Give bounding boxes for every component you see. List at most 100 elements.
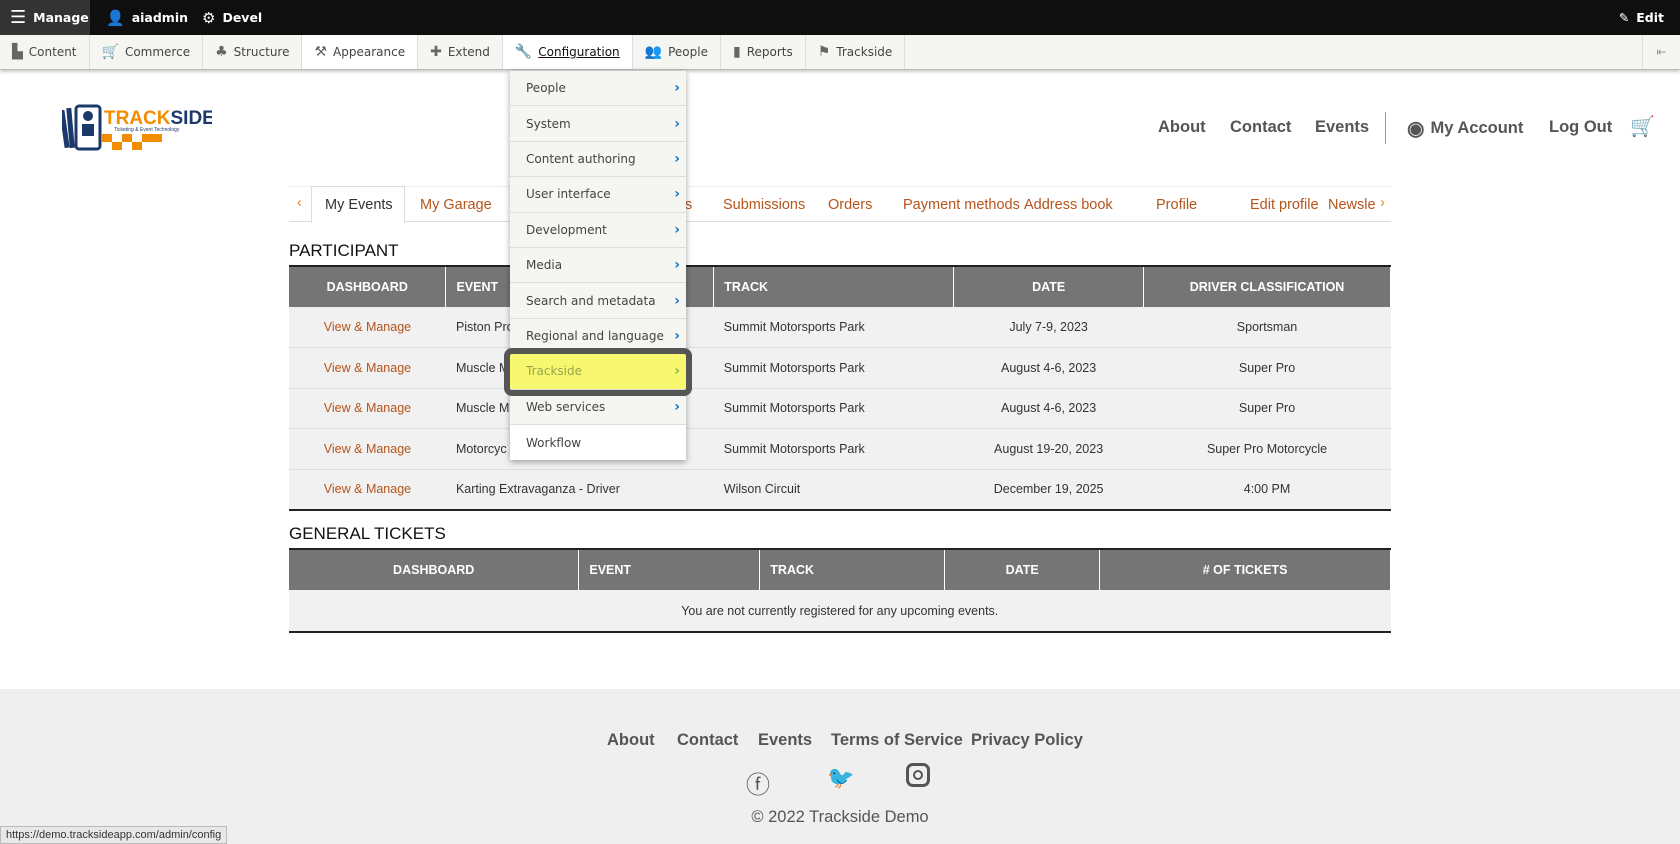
tab-s[interactable]: s	[685, 197, 692, 213]
table-cell: July 7-9, 2023	[953, 307, 1144, 348]
table-cell: August 19-20, 2023	[953, 428, 1144, 470]
chevron-right-icon: ›	[674, 221, 680, 238]
tab-profile[interactable]: Profile	[1156, 197, 1197, 213]
view-manage-link[interactable]: View & Manage	[289, 469, 446, 511]
trackside-logo[interactable]: TRACKSIDE Ticketing & Event Technology	[59, 104, 215, 152]
footer-link-events[interactable]: Events	[758, 731, 812, 750]
menu-item-label: Content authoring	[526, 151, 636, 166]
footer-link-about[interactable]: About	[607, 731, 655, 750]
tray-item-label: Configuration	[538, 45, 620, 59]
nav-account-label: My Account	[1430, 119, 1524, 137]
gear-icon: ⚙	[202, 8, 216, 27]
footer-link-contact[interactable]: Contact	[677, 731, 738, 750]
status-bar-url: https://demo.tracksideapp.com/admin/conf…	[0, 826, 228, 844]
orientation-toggle-icon[interactable]: ⇤	[1642, 35, 1680, 69]
nav-logout[interactable]: Log Out	[1549, 118, 1612, 137]
config-menu-item-regional-and-language[interactable]: Regional and language ›	[510, 319, 686, 355]
twitter-icon[interactable]: 🐦	[827, 765, 854, 791]
general-tickets-table: Dashboard Event Track Date # of Tickets You a…	[289, 550, 1391, 633]
cart-icon[interactable]: 🛒	[1630, 114, 1655, 139]
tray-item-label: Appearance	[333, 45, 406, 59]
participant-table: Dashboard Event Track Date Driver Classifica…	[289, 267, 1391, 511]
view-manage-link[interactable]: View & Manage	[289, 428, 446, 470]
table-cell: Wilson Circuit	[713, 469, 954, 511]
tray-item-label: Trackside	[836, 45, 893, 59]
tab-newsle[interactable]: Newsle	[1328, 197, 1375, 213]
tab-submissions[interactable]: Submissions	[723, 197, 805, 213]
devel-button[interactable]: ⚙ Devel	[192, 0, 272, 35]
menu-item-label: User interface	[526, 187, 611, 202]
nav-events[interactable]: Events	[1315, 118, 1369, 137]
tray-item-configuration[interactable]: 🔧 Configuration	[502, 35, 633, 69]
table-cell: Super Pro	[1143, 388, 1391, 429]
tray-item-commerce[interactable]: 🛒 Commerce	[90, 35, 204, 69]
facebook-icon[interactable]: ⓕ	[746, 765, 770, 800]
flag-icon: ⚑	[817, 44, 831, 60]
view-manage-link[interactable]: View & Manage	[289, 347, 446, 389]
table-cell: Super Pro	[1143, 347, 1391, 389]
config-menu-item-web-services[interactable]: Web services ›	[510, 390, 686, 425]
menu-item-label: Trackside	[526, 364, 582, 379]
tray-item-appearance[interactable]: ⚒ Appearance	[302, 35, 419, 69]
config-menu-item-content-authoring[interactable]: Content authoring ›	[510, 142, 686, 178]
tray-item-extend[interactable]: ✚ Extend	[418, 35, 503, 69]
config-menu-item-system[interactable]: System ›	[510, 106, 686, 142]
nav-my-account[interactable]: ◉ My Account	[1407, 116, 1523, 141]
cart-icon: 🛒	[101, 44, 119, 60]
tray-item-label: Structure	[233, 45, 290, 59]
tab-payment-methods[interactable]: Payment methods	[903, 197, 1020, 213]
tray-item-content[interactable]: ▙ Content	[0, 35, 90, 69]
tab-orders[interactable]: Orders	[828, 197, 872, 213]
tabs-next-arrow-icon[interactable]: ›	[1380, 195, 1385, 211]
column-header: Track	[713, 267, 955, 307]
config-menu-item-development[interactable]: Development ›	[510, 213, 686, 248]
footer-link-privacy-policy[interactable]: Privacy Policy	[971, 731, 1083, 750]
tray-item-reports[interactable]: ▮ Reports	[721, 35, 806, 69]
sitemap-icon: ♣	[215, 44, 228, 60]
devel-label: Devel	[222, 10, 263, 25]
column-header: Date	[953, 267, 1145, 307]
general-tickets-title: GENERAL TICKETS	[289, 524, 446, 543]
column-header: Dashboard	[289, 550, 580, 590]
footer-link-terms-of-service[interactable]: Terms of Service	[831, 731, 963, 750]
instagram-icon[interactable]	[906, 763, 930, 787]
tabs-prev-arrow-icon[interactable]: ‹	[297, 195, 302, 211]
manage-button[interactable]: ☰ Manage	[0, 0, 90, 35]
tab-my-garage[interactable]: My Garage	[420, 197, 492, 213]
user-button[interactable]: 👤 aiadmin	[96, 0, 198, 35]
tray-item-trackside[interactable]: ⚑ Trackside	[806, 35, 906, 69]
tray-item-people[interactable]: 👥 People	[633, 35, 721, 69]
nav-contact[interactable]: Contact	[1230, 118, 1291, 137]
tab-edit-profile[interactable]: Edit profile	[1250, 197, 1319, 213]
column-header: Dashboard	[289, 267, 447, 307]
chevron-right-icon: ›	[674, 257, 680, 274]
tray-item-structure[interactable]: ♣ Structure	[203, 35, 303, 69]
column-header: # of Tickets	[1099, 550, 1391, 590]
config-menu-item-search-and-metadata[interactable]: Search and metadata ›	[510, 283, 686, 319]
config-menu-item-people[interactable]: People ›	[510, 71, 686, 107]
tab-address-book[interactable]: Address book	[1024, 197, 1113, 213]
menu-item-label: Workflow	[526, 435, 582, 450]
config-menu-item-workflow[interactable]: Workflow	[510, 424, 686, 461]
file-icon: ▙	[12, 44, 23, 60]
wrench-icon: 🔧	[514, 44, 533, 60]
user-label: aiadmin	[131, 10, 188, 25]
edit-button[interactable]: ✎ Edit	[1609, 0, 1674, 35]
hamburger-icon: ☰	[10, 7, 27, 28]
chevron-right-icon: ›	[674, 398, 680, 415]
column-header: Date	[944, 550, 1101, 590]
view-manage-link[interactable]: View & Manage	[289, 307, 446, 348]
table-cell: Summit Motorsports Park	[713, 388, 954, 429]
brush-icon: ⚒	[314, 44, 328, 60]
chevron-right-icon: ›	[674, 115, 680, 132]
view-manage-link[interactable]: View & Manage	[289, 388, 446, 429]
tab-my-events[interactable]: My Events	[325, 197, 393, 213]
manage-label: Manage	[33, 10, 89, 25]
config-menu-item-media[interactable]: Media ›	[510, 248, 686, 284]
admin-toolbar: ☰ Manage 👤 aiadmin ⚙ Devel ✎ Edit	[0, 0, 1680, 35]
config-menu-item-trackside[interactable]: Trackside ›	[504, 348, 692, 396]
config-menu-item-user-interface[interactable]: User interface ›	[510, 177, 686, 213]
menu-item-label: System	[526, 116, 571, 131]
nav-about[interactable]: About	[1158, 118, 1206, 137]
table-row: View & Manage Motorcyc Summit Motorsports …	[289, 428, 1391, 470]
